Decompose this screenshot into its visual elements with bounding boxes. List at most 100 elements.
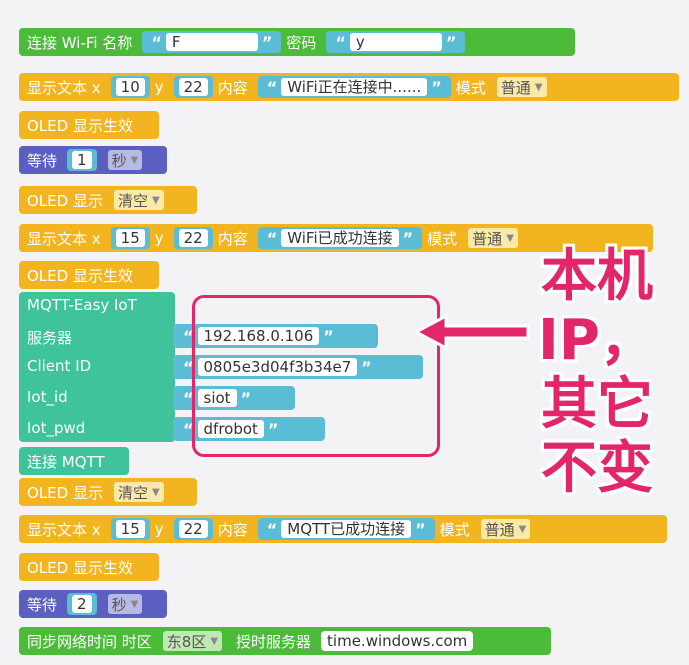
iot-id-label: Iot_id [27, 388, 68, 406]
time-server-value[interactable]: time.windows.com [321, 631, 474, 651]
timezone-value: 东8区 [166, 632, 207, 651]
wait-label: 等待 [27, 595, 58, 614]
annotation-line: 本机 [541, 244, 653, 309]
x-value[interactable]: 15 [115, 229, 145, 247]
chevron-down-icon: ▼ [130, 154, 139, 166]
quote-open: “ [266, 519, 278, 539]
oled-show-label: OLED 显示生效 [27, 116, 133, 135]
content-label: 内容 [217, 520, 248, 539]
content-value[interactable]: WiFi已成功连接 [281, 229, 399, 247]
annotation-line: IP， [538, 308, 656, 373]
content-slot[interactable]: “ WiFi已成功连接 ” [257, 227, 423, 249]
content-label: 内容 [217, 229, 248, 248]
oled-show-label: OLED 显示生效 [27, 558, 133, 577]
chevron-down-icon: ▼ [506, 232, 514, 244]
content-value[interactable]: MQTT已成功连接 [281, 520, 412, 538]
y-label: y [154, 78, 164, 96]
wait-label: 等待 [27, 151, 58, 170]
quote-close: ” [415, 519, 426, 539]
wait-block-2[interactable]: 等待 2 秒 ▼ [19, 590, 167, 618]
oled-show-block-1[interactable]: OLED 显示生效 [19, 111, 159, 139]
wifi-connect-block[interactable]: 连接 Wi-Fi 名称 “ F ” 密码 “ y ” [19, 28, 575, 56]
mqtt-title: MQTT-Easy IoT [27, 296, 137, 314]
annotation-text: 本机 IP， 其它 不变 [532, 245, 662, 501]
y-value[interactable]: 22 [178, 229, 208, 247]
mode-label: 模式 [427, 229, 458, 248]
chevron-down-icon: ▼ [518, 523, 527, 535]
oled-clear-block-1[interactable]: OLED 显示 清空 ▼ [19, 186, 197, 214]
password-slot[interactable]: “ y ” [326, 31, 466, 53]
clear-dropdown[interactable]: 清空 ▼ [113, 482, 164, 502]
sync-label: 同步网络时间 时区 [27, 632, 152, 651]
y-value[interactable]: 22 [178, 520, 208, 538]
mode-label: 模式 [439, 520, 470, 539]
mode-dropdown[interactable]: 普通 ▼ [496, 77, 547, 97]
content-slot[interactable]: “ MQTT已成功连接 ” [257, 518, 435, 540]
clear-value: 清空 [117, 483, 148, 502]
wait-value[interactable]: 2 [72, 595, 92, 613]
annotation-line: 不变 [541, 436, 653, 501]
quote-open: “ [266, 228, 278, 248]
sync-time-block[interactable]: 同步网络时间 时区 东8区 ▼ 授时服务器 time.windows.com [19, 627, 551, 655]
timezone-dropdown[interactable]: 东8区 ▼ [162, 631, 223, 651]
unit-value: 秒 [111, 151, 127, 170]
quote-open: “ [151, 32, 162, 52]
ssid-value[interactable]: F [165, 33, 258, 51]
server-label: 服务器 [27, 329, 73, 347]
content-value[interactable]: WiFi正在连接中...... [281, 78, 428, 96]
annotation-line: 其它 [541, 372, 653, 437]
oled-show-label: OLED 显示生效 [27, 266, 133, 285]
content-label: 内容 [217, 78, 248, 97]
wait-block-1[interactable]: 等待 1 秒 ▼ [19, 146, 167, 174]
content-slot[interactable]: “ WiFi正在连接中...... ” [257, 76, 451, 98]
chevron-down-icon: ▼ [534, 81, 543, 93]
wait-value[interactable]: 1 [72, 151, 92, 169]
clear-dropdown[interactable]: 清空 ▼ [113, 190, 164, 210]
quote-open: “ [266, 77, 278, 97]
chevron-down-icon: ▼ [151, 194, 160, 206]
connect-mqtt-block[interactable]: 连接 MQTT [19, 447, 129, 475]
x-slot[interactable]: 15 [110, 518, 150, 540]
display-text-label: 显示文本 x [27, 520, 101, 539]
client-id-label: Client ID [27, 357, 92, 375]
wait-slot[interactable]: 2 [67, 593, 97, 615]
mode-label: 模式 [455, 78, 486, 97]
x-value[interactable]: 10 [115, 78, 145, 96]
x-slot[interactable]: 15 [110, 227, 150, 249]
y-value[interactable]: 22 [178, 78, 208, 96]
x-slot[interactable]: 10 [110, 76, 150, 98]
y-slot[interactable]: 22 [173, 518, 213, 540]
mode-value: 普通 [472, 229, 503, 248]
x-value[interactable]: 15 [115, 520, 145, 538]
ssid-slot[interactable]: “ F ” [142, 31, 282, 53]
y-label: y [154, 520, 164, 538]
password-value[interactable]: y [349, 33, 442, 51]
oled-show-block-3[interactable]: OLED 显示生效 [19, 553, 159, 581]
password-label: 密码 [286, 33, 317, 52]
display-text-block-3[interactable]: 显示文本 x 15 y 22 内容 “ MQTT已成功连接 ” 模式 普通 ▼ [19, 515, 667, 543]
quote-close: ” [445, 32, 457, 52]
iot-pwd-label: Iot_pwd [27, 419, 86, 437]
unit-dropdown[interactable]: 秒 ▼ [107, 150, 143, 170]
mode-dropdown[interactable]: 普通 ▼ [468, 228, 518, 248]
mode-dropdown[interactable]: 普通 ▼ [480, 519, 531, 539]
y-slot[interactable]: 22 [173, 227, 213, 249]
display-text-label: 显示文本 x [27, 229, 101, 248]
connect-mqtt-label: 连接 MQTT [27, 452, 105, 471]
time-server-label: 授时服务器 [236, 632, 312, 651]
wifi-label: 连接 Wi-Fi 名称 [27, 33, 133, 52]
y-slot[interactable]: 22 [173, 76, 213, 98]
mode-value: 普通 [500, 78, 531, 97]
display-text-block-1[interactable]: 显示文本 x 10 y 22 内容 “ WiFi正在连接中...... ” 模式… [19, 73, 679, 101]
highlight-box [192, 295, 440, 457]
display-text-label: 显示文本 x [27, 78, 101, 97]
oled-show-block-2[interactable]: OLED 显示生效 [19, 261, 159, 289]
quote-close: ” [431, 77, 442, 97]
annotation-arrow [416, 313, 530, 351]
chevron-down-icon: ▼ [151, 486, 160, 498]
quote-close: ” [261, 32, 273, 52]
chevron-down-icon: ▼ [210, 635, 219, 647]
unit-dropdown[interactable]: 秒 ▼ [107, 594, 143, 614]
wait-slot[interactable]: 1 [67, 149, 97, 171]
oled-clear-block-2[interactable]: OLED 显示 清空 ▼ [19, 478, 197, 506]
